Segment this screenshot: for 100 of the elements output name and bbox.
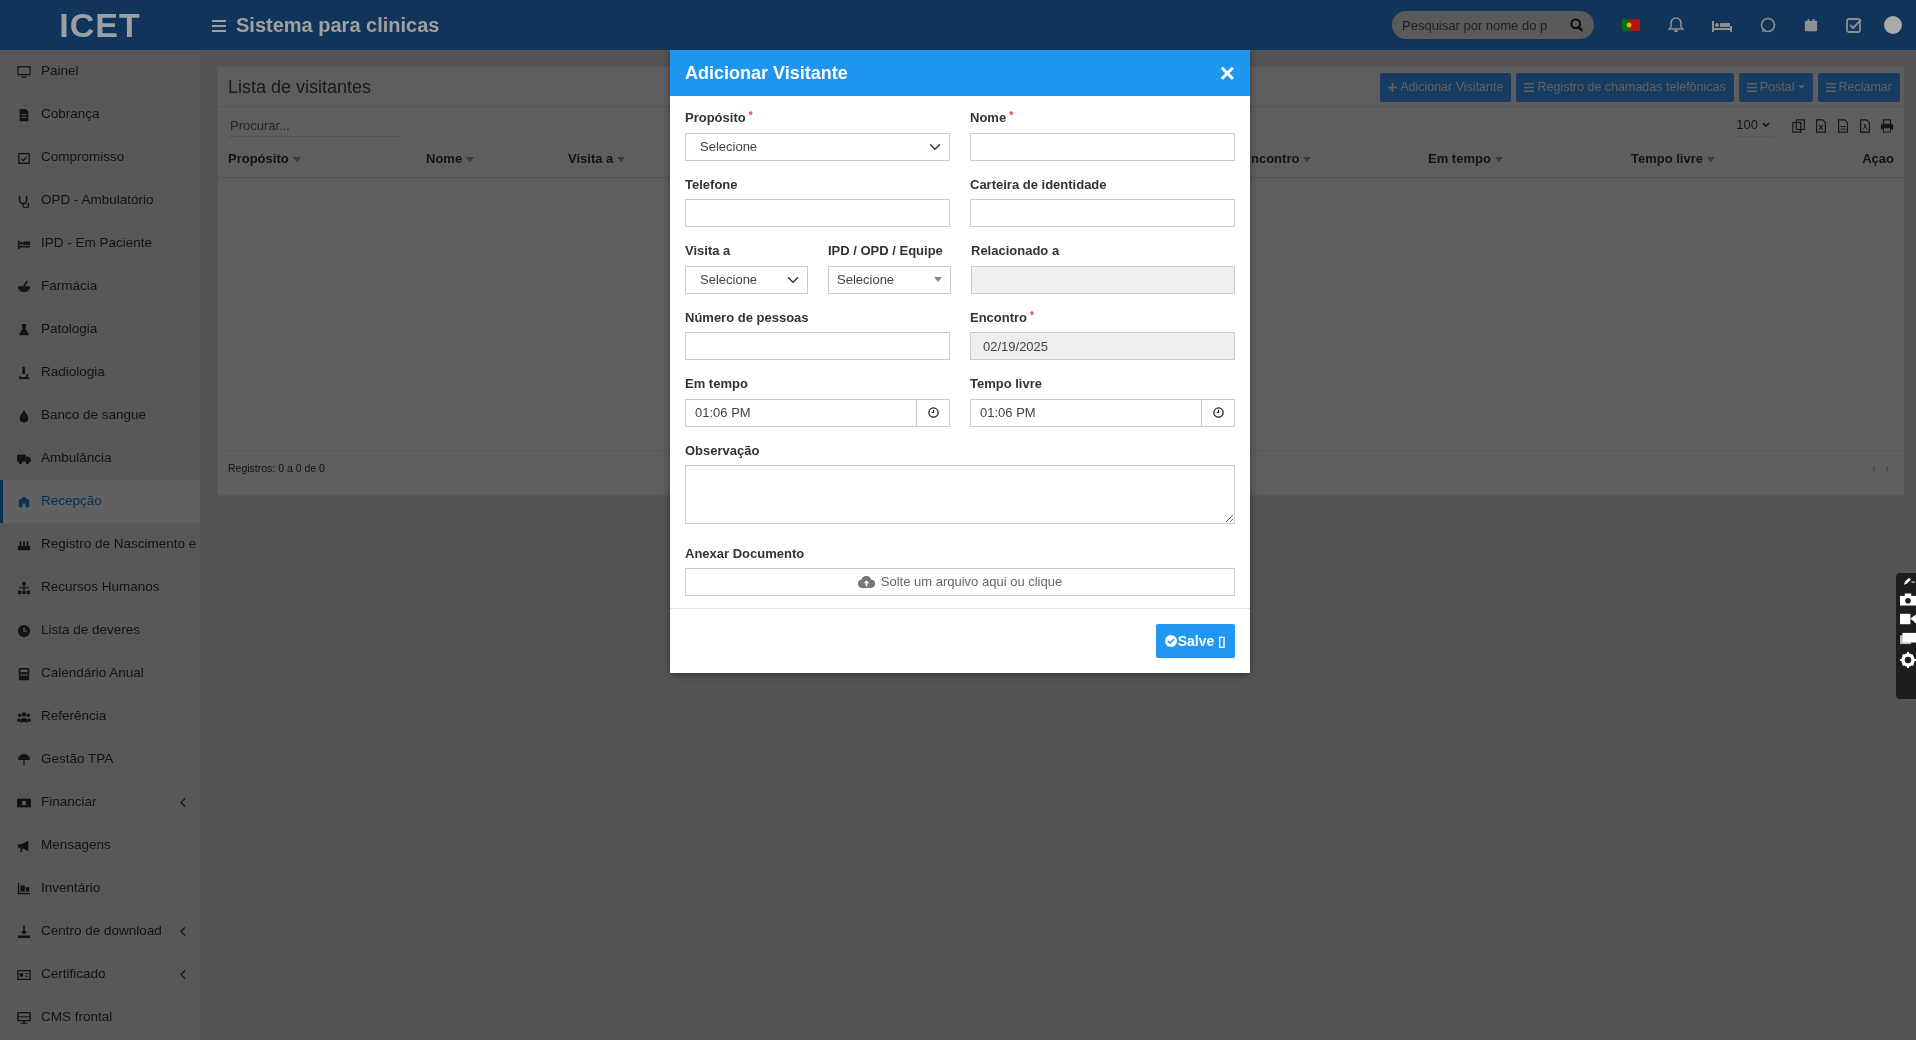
sidebar-item[interactable]: Recursos Humanos xyxy=(0,566,200,609)
video-camera-icon[interactable] xyxy=(1900,613,1916,625)
bed-icon[interactable] xyxy=(1712,18,1732,32)
sidebar-item[interactable]: Compromisso xyxy=(0,136,200,179)
file-drop-zone[interactable]: Solte um arquivo aqui ou clique xyxy=(685,568,1235,596)
windows-icon[interactable] xyxy=(1900,632,1916,645)
sidebar-item[interactable]: Cobrança xyxy=(0,93,200,136)
page-size-select[interactable]: 100 xyxy=(1732,114,1774,138)
sidebar-item[interactable]: Gestão TPA xyxy=(0,738,200,781)
checkbox-icon[interactable] xyxy=(1846,17,1862,33)
sort-icon[interactable] xyxy=(617,156,626,162)
pager-link[interactable]: ‹ xyxy=(1872,460,1876,477)
sidebar-item[interactable]: Mensagens xyxy=(0,824,200,867)
bell-icon[interactable] xyxy=(1668,17,1684,33)
sidebar-item[interactable]: Lista de deveres xyxy=(0,609,200,652)
sidebar-item[interactable]: Inventário xyxy=(0,867,200,910)
camera-icon[interactable] xyxy=(1900,593,1916,606)
mortar-icon xyxy=(17,279,31,294)
sidebar-item[interactable]: Calendário Anual xyxy=(0,652,200,695)
drop-icon xyxy=(17,408,31,423)
megaphone-icon xyxy=(17,838,31,853)
calendar-icon[interactable] xyxy=(1804,17,1818,33)
sidebar-item[interactable]: Painel xyxy=(0,50,200,93)
input-field[interactable] xyxy=(685,332,950,360)
avatar-icon[interactable] xyxy=(1884,16,1902,34)
column-header[interactable]: ncontro xyxy=(1251,149,1300,169)
search-field[interactable]: Pesquisar por nome do p xyxy=(1392,11,1594,39)
action-button[interactable]: Adicionar Visitante xyxy=(1380,73,1512,102)
sidebar-item[interactable]: Recepção xyxy=(0,480,200,523)
field-label: Anexar Documento xyxy=(685,544,805,563)
column-header[interactable]: Em tempo xyxy=(1428,149,1491,169)
sidebar-item[interactable]: Financiar xyxy=(0,781,200,824)
required-mark: * xyxy=(1030,308,1034,323)
sort-icon[interactable] xyxy=(466,156,475,162)
clock-button[interactable] xyxy=(917,398,950,427)
sidebar-item[interactable]: Radiologia xyxy=(0,351,200,394)
sidebar-item[interactable]: Farmácia xyxy=(0,265,200,308)
time-field[interactable]: 01:06 PM xyxy=(685,398,918,427)
sort-icon[interactable] xyxy=(292,156,301,162)
sidebar-item[interactable]: IPD - Em Paciente xyxy=(0,222,200,265)
modal-title: Adicionar Visitante xyxy=(685,61,848,85)
spreadsheet-icon[interactable] xyxy=(1814,119,1828,133)
text-area[interactable] xyxy=(685,465,1235,524)
input-field[interactable] xyxy=(970,199,1235,227)
select-field[interactable]: Selecione xyxy=(828,265,951,294)
input-field[interactable] xyxy=(970,132,1235,161)
save-button[interactable]: Salve ▯ xyxy=(1156,624,1235,658)
hierarchy-icon xyxy=(17,580,31,595)
close-button[interactable]: × xyxy=(1219,60,1235,86)
field-label: IPD / OPD / Equipe xyxy=(828,242,943,260)
input-field[interactable] xyxy=(685,199,950,227)
sort-icon[interactable] xyxy=(1303,156,1312,162)
column-header[interactable]: Nome xyxy=(426,149,463,169)
gear-icon[interactable] xyxy=(1900,652,1916,668)
action-button[interactable]: Postal xyxy=(1738,73,1813,102)
sort-icon[interactable] xyxy=(1494,156,1503,162)
file-icon[interactable] xyxy=(1836,119,1850,133)
pdf-icon[interactable] xyxy=(1858,119,1872,133)
caret-icon xyxy=(934,277,942,282)
column-header[interactable]: Tempo livre xyxy=(1631,149,1703,169)
copy-icon[interactable] xyxy=(1792,119,1806,133)
column-header[interactable]: Propósito xyxy=(228,149,289,169)
record-count: Registros: 0 a 0 de 0 xyxy=(228,460,325,476)
download-icon xyxy=(17,924,31,939)
field-label: Tempo livre xyxy=(970,375,1042,393)
print-icon[interactable] xyxy=(1880,119,1894,133)
action-button[interactable]: Registro de chamadas telefônicas xyxy=(1516,73,1734,102)
pen-icon[interactable] xyxy=(1902,577,1916,586)
sidebar-item[interactable]: Centro de download xyxy=(0,910,200,953)
field-label: Visita a xyxy=(685,242,731,260)
sidebar-item[interactable]: Referência xyxy=(0,695,200,738)
sidebar-item[interactable]: Patologia xyxy=(0,308,200,351)
select-field[interactable]: Selecione xyxy=(685,132,950,161)
stethoscope-icon xyxy=(17,193,31,208)
sidebar-item[interactable]: Ambulância xyxy=(0,437,200,480)
clock-button[interactable] xyxy=(1202,398,1235,427)
plus-icon xyxy=(1388,82,1398,92)
field-label: Propósito xyxy=(685,109,746,127)
sidebar-item[interactable]: Registro de Nascimento e xyxy=(0,523,200,566)
search-icon[interactable] xyxy=(1570,18,1584,32)
clock-icon xyxy=(1212,407,1224,418)
sidebar-item[interactable]: Banco de sangue xyxy=(0,394,200,437)
column-header[interactable]: Visita a xyxy=(568,149,614,169)
sort-icon[interactable] xyxy=(1707,156,1715,162)
select-field[interactable]: Selecione xyxy=(685,265,808,294)
id-card-icon xyxy=(17,967,31,982)
logo: ICET xyxy=(59,8,141,42)
flag-icon[interactable] xyxy=(1622,19,1640,31)
pager-link[interactable]: › xyxy=(1885,460,1889,477)
check-circle-icon xyxy=(1164,635,1177,647)
sidebar-item[interactable]: Certificado xyxy=(0,953,200,996)
chat-icon[interactable] xyxy=(1760,17,1776,33)
chevron-down-icon xyxy=(1762,121,1770,128)
sidebar-item[interactable]: CMS frontal xyxy=(0,996,200,1039)
column-header[interactable]: Açao xyxy=(1862,149,1894,169)
sidebar-item[interactable]: OPD - Ambulatório xyxy=(0,179,200,222)
time-field[interactable]: 01:06 PM xyxy=(970,398,1203,427)
action-button[interactable]: Reclamar xyxy=(1817,73,1900,102)
menu-icon[interactable] xyxy=(212,19,226,32)
field-label: Encontro xyxy=(970,308,1028,327)
